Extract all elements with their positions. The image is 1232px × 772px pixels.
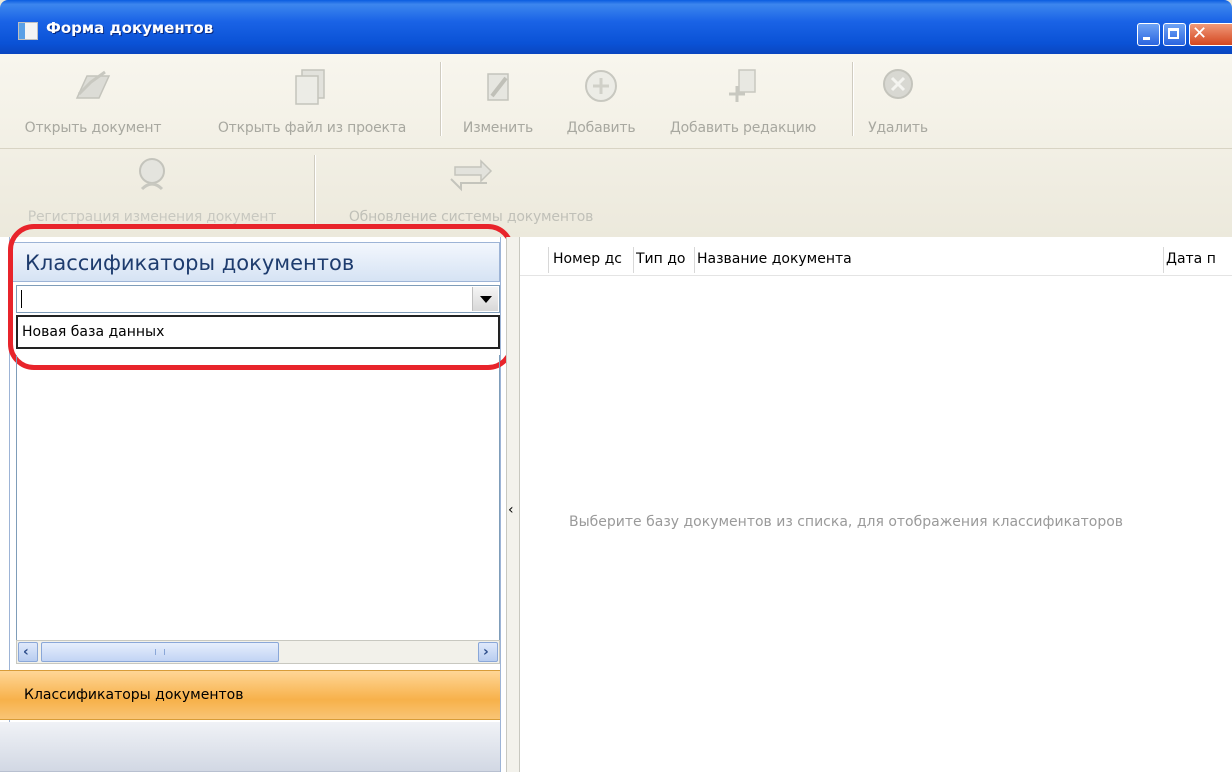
register-change-icon bbox=[139, 158, 165, 191]
app-icon bbox=[18, 22, 38, 40]
edit-icon bbox=[487, 73, 509, 101]
refresh-system-label: Обновление системы документов bbox=[348, 209, 594, 225]
annotation-highlight bbox=[8, 224, 514, 370]
nav-item-classifiers-label: Классификаторы документов bbox=[24, 687, 244, 703]
open-document-icon bbox=[75, 70, 111, 99]
documents-grid: Номер дс Тип до Название документа Дата … bbox=[520, 237, 1232, 772]
maximize-button[interactable] bbox=[1163, 23, 1186, 46]
column-separator[interactable] bbox=[1163, 247, 1164, 273]
maximize-icon bbox=[1168, 28, 1179, 39]
toolbar-separator bbox=[314, 155, 316, 229]
document-form-window: Форма документов ✕ Открыть документ Откр… bbox=[0, 0, 1232, 772]
toolbar-separator bbox=[440, 62, 442, 136]
scrollbar-thumb[interactable] bbox=[41, 642, 279, 662]
collapse-left-icon[interactable]: ‹ bbox=[508, 503, 514, 517]
close-icon: ✕ bbox=[1192, 23, 1208, 44]
grid-header: Номер дс Тип до Название документа Дата … bbox=[520, 245, 1232, 276]
register-change-label: Регистрация изменения документ bbox=[27, 209, 277, 225]
toolbar-separator bbox=[852, 62, 854, 136]
nav-item-classifiers[interactable]: Классификаторы документов bbox=[0, 670, 500, 720]
open-file-from-project-label: Открыть файл из проекта bbox=[217, 120, 407, 136]
scroll-left-icon[interactable] bbox=[18, 642, 38, 662]
column-separator[interactable] bbox=[694, 247, 695, 273]
delete-label: Удалить bbox=[868, 120, 928, 136]
delete-icon bbox=[883, 69, 913, 99]
panel-splitter[interactable]: ‹ bbox=[506, 237, 520, 772]
minimize-button[interactable] bbox=[1137, 23, 1160, 46]
add-button[interactable]: Добавить bbox=[556, 64, 646, 144]
classifiers-panel: Классификаторы документов Новая база дан… bbox=[0, 224, 514, 772]
open-document-button[interactable]: Открыть документ bbox=[8, 64, 178, 144]
window-title: Форма документов bbox=[46, 19, 214, 37]
title-bar[interactable]: Форма документов ✕ bbox=[0, 0, 1232, 54]
open-file-from-project-button[interactable]: Открыть файл из проекта bbox=[204, 64, 420, 144]
open-file-from-project-icon bbox=[295, 69, 325, 105]
column-separator bbox=[548, 247, 549, 273]
add-revision-label: Добавить редакцию bbox=[669, 120, 817, 136]
column-header-name[interactable]: Название документа bbox=[697, 251, 1157, 269]
add-revision-icon bbox=[729, 69, 756, 102]
horizontal-scrollbar[interactable] bbox=[16, 640, 500, 664]
edit-button[interactable]: Изменить bbox=[454, 64, 542, 144]
nav-pane-footer bbox=[0, 722, 500, 772]
delete-button[interactable]: Удалить bbox=[858, 64, 938, 144]
refresh-system-icon bbox=[450, 159, 493, 192]
minimize-icon bbox=[1143, 37, 1150, 40]
column-header-date[interactable]: Дата п bbox=[1166, 251, 1232, 269]
column-separator[interactable] bbox=[633, 247, 634, 273]
add-revision-button[interactable]: Добавить редакцию bbox=[648, 64, 838, 144]
edit-label: Изменить bbox=[462, 120, 534, 136]
toolbar-ribbon: Открыть документ Открыть файл из проекта… bbox=[0, 54, 1232, 237]
column-header-number[interactable]: Номер дс bbox=[553, 251, 633, 269]
register-change-button[interactable]: Регистрация изменения документ bbox=[18, 153, 286, 233]
add-label: Добавить bbox=[566, 120, 636, 136]
add-icon bbox=[585, 70, 617, 102]
close-button[interactable]: ✕ bbox=[1189, 23, 1232, 46]
empty-state-message: Выберите базу документов из списка, для … bbox=[569, 514, 1124, 530]
scroll-right-icon[interactable] bbox=[478, 642, 498, 662]
toolbar-row-1: Открыть документ Открыть файл из проекта… bbox=[0, 54, 1232, 149]
refresh-system-button[interactable]: Обновление системы документов bbox=[328, 153, 614, 233]
column-header-type[interactable]: Тип до bbox=[636, 251, 694, 269]
classifiers-tree[interactable] bbox=[16, 355, 500, 641]
open-document-label: Открыть документ bbox=[24, 120, 162, 136]
